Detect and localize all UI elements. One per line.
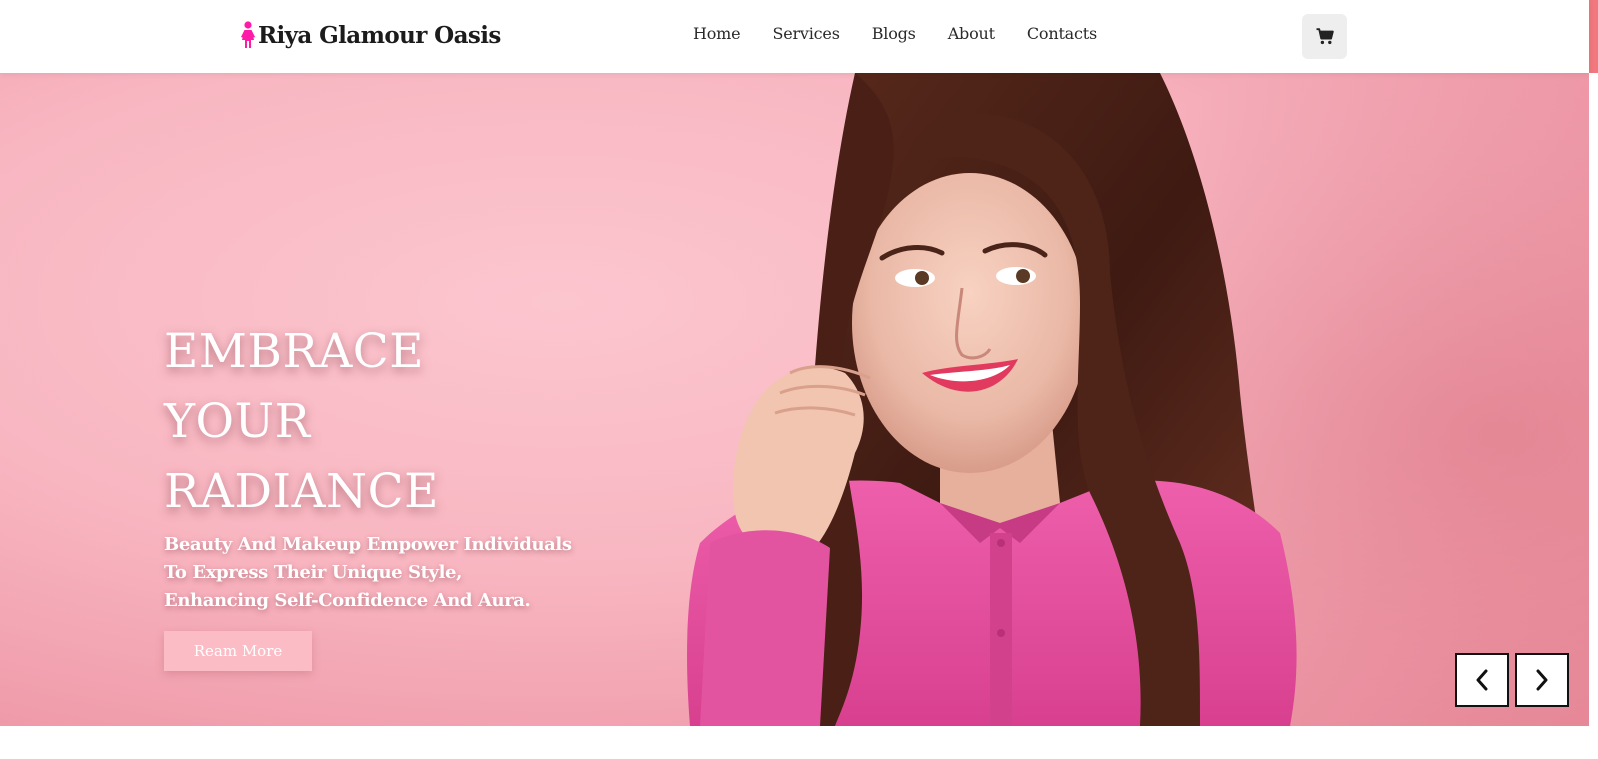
hero-title: EMBRACE YOUR RADIANCE (164, 317, 584, 527)
slider-prev-button[interactable] (1455, 653, 1509, 707)
hero-title-line: YOUR (164, 394, 311, 449)
brand-logo[interactable]: Riya Glamour Oasis (240, 18, 501, 52)
nav-services[interactable]: Services (772, 24, 839, 43)
scrollbar-accent (1589, 0, 1598, 73)
chevron-right-icon (1536, 669, 1548, 691)
cart-icon (1316, 28, 1334, 45)
nav-contacts[interactable]: Contacts (1027, 24, 1097, 43)
read-more-button[interactable]: Ream More (164, 631, 312, 671)
hero-subtitle-line: To Express Their Unique Style, (164, 562, 462, 583)
nav-home[interactable]: Home (693, 24, 741, 43)
nav-blogs[interactable]: Blogs (872, 24, 916, 43)
main-nav: Home Services Blogs About Contacts (693, 24, 1129, 43)
chevron-left-icon (1476, 669, 1488, 691)
brand-name: Riya Glamour Oasis (258, 21, 501, 49)
slider-next-button[interactable] (1515, 653, 1569, 707)
nav-about[interactable]: About (948, 24, 995, 43)
cart-button[interactable] (1302, 14, 1347, 59)
hero-content: EMBRACE YOUR RADIANCE Beauty And Makeup … (164, 317, 584, 671)
hero-subtitle-line: Beauty And Makeup Empower Individuals (164, 534, 572, 555)
woman-icon (241, 21, 255, 48)
hero-title-line: RADIANCE (164, 464, 439, 519)
site-header: Riya Glamour Oasis Home Services Blogs A… (0, 0, 1589, 73)
hero-subtitle-line: Enhancing Self-Confidence And Aura. (164, 590, 531, 611)
hero-title-line: EMBRACE (164, 324, 425, 379)
hero-banner: EMBRACE YOUR RADIANCE Beauty And Makeup … (0, 73, 1589, 726)
hero-model-image (640, 73, 1589, 726)
hero-subtitle: Beauty And Makeup Empower Individuals To… (164, 531, 584, 615)
